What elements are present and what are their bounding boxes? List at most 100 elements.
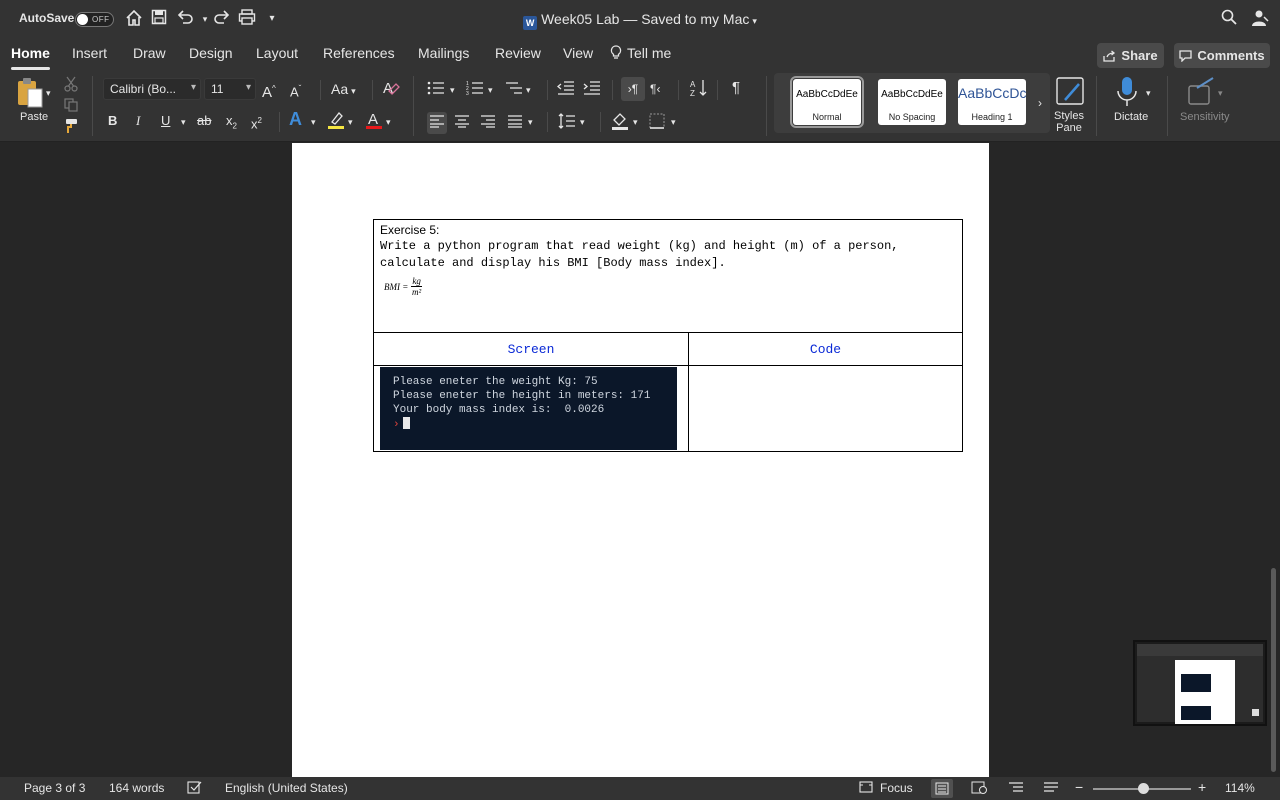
font-size-dropdown[interactable]: 11 ▾ — [204, 78, 256, 100]
tab-review[interactable]: Review — [495, 45, 541, 61]
share-button[interactable]: Share — [1097, 43, 1164, 68]
font-name-dropdown[interactable]: Calibri (Bo... ▾ — [103, 78, 201, 100]
tab-layout[interactable]: Layout — [256, 45, 298, 61]
page-count[interactable]: Page 3 of 3 — [24, 781, 85, 795]
redo-icon[interactable] — [212, 9, 232, 29]
bold-button[interactable]: B — [108, 112, 117, 130]
code-cell[interactable] — [689, 366, 962, 451]
highlight-chevron-down-icon[interactable]: ▾ — [348, 113, 353, 131]
highlight-icon[interactable] — [327, 110, 345, 134]
font-color-chevron-down-icon[interactable]: ▾ — [386, 113, 391, 131]
web-layout-icon[interactable] — [971, 781, 987, 797]
page-thumbnail-preview[interactable] — [1133, 640, 1267, 726]
print-icon[interactable] — [237, 9, 257, 29]
line-spacing-icon[interactable] — [558, 113, 576, 133]
tab-design[interactable]: Design — [189, 45, 233, 61]
grow-font-icon[interactable]: A^ — [262, 80, 276, 102]
decrease-indent-icon[interactable] — [556, 80, 575, 100]
show-formatting-icon[interactable]: ¶ — [732, 79, 740, 97]
superscript-button[interactable]: x2 — [251, 112, 262, 133]
document-title-text[interactable]: Week05 Lab — Saved to my Mac — [541, 11, 749, 27]
undo-icon[interactable] — [175, 9, 195, 29]
change-case-icon[interactable]: Aa ▾ — [331, 80, 356, 100]
multilevel-chevron-down-icon[interactable]: ▾ — [526, 81, 531, 99]
line-spacing-chevron-down-icon[interactable]: ▾ — [580, 113, 585, 131]
home-icon[interactable] — [124, 9, 144, 29]
tab-draw[interactable]: Draw — [133, 45, 166, 61]
numbering-chevron-down-icon[interactable]: ▾ — [488, 81, 493, 99]
rtl-direction-icon[interactable]: ¶‹ — [650, 80, 660, 98]
tab-mailings[interactable]: Mailings — [418, 45, 469, 61]
autosave-toggle[interactable]: OFF — [75, 12, 114, 27]
align-left-icon[interactable] — [427, 112, 447, 134]
focus-mode-icon[interactable] — [859, 781, 873, 796]
tab-view[interactable]: View — [563, 45, 593, 61]
increase-indent-icon[interactable] — [583, 80, 601, 100]
format-painter-icon[interactable] — [62, 118, 80, 138]
styles-pane-icon[interactable] — [1055, 76, 1085, 106]
borders-icon[interactable] — [649, 113, 665, 133]
style-heading-1[interactable]: AaBbCcDc Heading 1 — [958, 79, 1026, 125]
sensitivity-chevron-down-icon[interactable]: ▾ — [1218, 84, 1223, 102]
language[interactable]: English (United States) — [225, 781, 348, 795]
zoom-in-button[interactable]: + — [1198, 779, 1206, 795]
sort-icon[interactable]: AZ — [689, 78, 709, 102]
align-center-icon[interactable] — [454, 114, 470, 132]
shrink-font-icon[interactable]: Aˇ — [290, 80, 301, 101]
outline-icon[interactable] — [1008, 781, 1024, 797]
save-icon[interactable] — [149, 9, 169, 29]
search-icon[interactable] — [1219, 9, 1239, 29]
vertical-scrollbar[interactable] — [1271, 568, 1276, 772]
zoom-out-button[interactable]: − — [1075, 779, 1083, 795]
borders-chevron-down-icon[interactable]: ▾ — [671, 113, 676, 131]
paste-icon[interactable] — [15, 76, 45, 110]
font-color-icon[interactable]: A — [365, 110, 383, 134]
style-normal[interactable]: AaBbCcDdEe Normal — [790, 76, 864, 128]
italic-button[interactable]: I — [136, 112, 140, 130]
ltr-direction-icon[interactable]: ›¶ — [621, 77, 645, 101]
customize-toolbar-icon[interactable]: ▾ — [262, 9, 282, 29]
print-layout-icon[interactable] — [931, 779, 953, 798]
column-header-screen[interactable]: Screen — [374, 333, 689, 365]
justify-chevron-down-icon[interactable]: ▾ — [528, 113, 533, 131]
paste-chevron-down-icon[interactable]: ▾ — [46, 84, 51, 102]
shading-icon[interactable] — [611, 111, 629, 135]
tab-home[interactable]: Home — [11, 45, 50, 70]
draft-icon[interactable] — [1043, 781, 1059, 797]
underline-chevron-down-icon[interactable]: ▾ — [181, 113, 186, 131]
style-no-spacing[interactable]: AaBbCcDdEe No Spacing — [878, 79, 946, 125]
proofing-icon[interactable] — [187, 781, 202, 797]
underline-button[interactable]: U — [161, 112, 170, 130]
text-effects-icon[interactable]: A — [289, 110, 302, 128]
cut-icon[interactable] — [62, 76, 80, 96]
zoom-slider-handle[interactable] — [1138, 783, 1149, 794]
bullets-chevron-down-icon[interactable]: ▾ — [450, 81, 455, 99]
justify-icon[interactable] — [507, 114, 523, 132]
document-page[interactable]: Exercise 5: Write a python program that … — [292, 143, 989, 777]
copy-icon[interactable] — [62, 98, 80, 116]
sensitivity-icon[interactable] — [1187, 76, 1217, 106]
tell-me[interactable]: Tell me — [610, 45, 671, 61]
clear-formatting-icon[interactable]: A — [381, 79, 401, 101]
comments-button[interactable]: Comments — [1174, 43, 1270, 68]
text-effects-chevron-down-icon[interactable]: ▾ — [311, 113, 316, 131]
dictate-chevron-down-icon[interactable]: ▾ — [1146, 84, 1151, 102]
microphone-icon[interactable] — [1114, 75, 1140, 109]
word-count[interactable]: 164 words — [109, 781, 164, 795]
shading-chevron-down-icon[interactable]: ▾ — [633, 113, 638, 131]
tab-insert[interactable]: Insert — [72, 45, 107, 61]
focus-label[interactable]: Focus — [880, 781, 913, 795]
tab-references[interactable]: References — [323, 45, 395, 61]
numbering-icon[interactable]: 123 — [466, 80, 484, 100]
screen-cell[interactable]: Please eneter the weight Kg: 75 Please en… — [374, 366, 689, 451]
bullets-icon[interactable] — [427, 80, 445, 100]
align-right-icon[interactable] — [480, 114, 496, 132]
column-header-code[interactable]: Code — [689, 333, 962, 365]
multilevel-list-icon[interactable] — [505, 80, 523, 100]
account-icon[interactable] — [1250, 9, 1270, 29]
strikethrough-button[interactable]: ab — [197, 112, 211, 130]
styles-chevron-right-icon[interactable]: › — [1038, 94, 1042, 112]
zoom-level[interactable]: 114% — [1225, 781, 1255, 795]
exercise-cell[interactable]: Exercise 5: Write a python program that … — [374, 220, 962, 333]
title-chevron-down-icon[interactable]: ▾ — [752, 16, 757, 26]
